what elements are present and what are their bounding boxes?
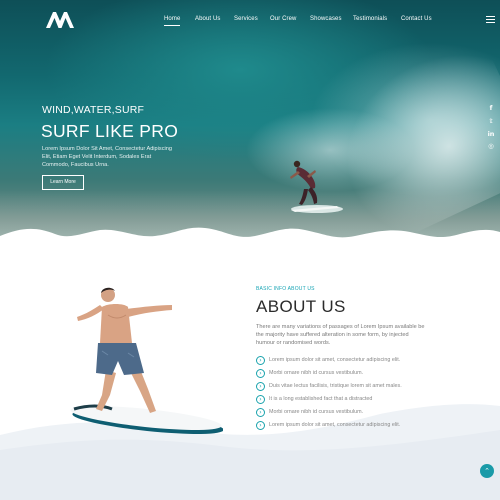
nav-our-crew[interactable]: Our Crew <box>270 16 296 22</box>
about-kicker: BASIC INFO ABOUT US <box>256 286 315 292</box>
chevron-right-icon: › <box>256 408 265 417</box>
list-item: › It is a long established fact that a d… <box>256 395 456 405</box>
wave-divider <box>0 227 500 252</box>
nav-contact-us[interactable]: Contact Us <box>401 16 432 22</box>
hamburger-line <box>486 22 495 23</box>
feature-text: It is a long established fact that a dis… <box>269 396 373 402</box>
feature-text: Duis vitae lectus facilisis, tristique l… <box>269 383 402 389</box>
list-item: › Morbi ornare nibh id cursus vestibulum… <box>256 369 456 379</box>
hero-description: Lorem Ipsum Dolor Sit Amet, Consectetur … <box>42 146 172 169</box>
hero-title: SURF LIKE PRO <box>41 121 179 141</box>
facebook-icon[interactable]: f <box>485 104 497 113</box>
hamburger-line <box>486 16 495 17</box>
back-to-top-button[interactable]: ⌃ <box>480 464 494 478</box>
about-title: ABOUT US <box>256 297 346 316</box>
nav-home[interactable]: Home <box>164 16 181 26</box>
linkedin-icon[interactable]: in <box>485 130 497 139</box>
list-item: › Lorem ipsum dolor sit amet, consectetu… <box>256 356 456 366</box>
feature-text: Morbi ornare nibh id cursus vestibulum. <box>269 409 364 415</box>
nav-testimonials[interactable]: Testimonials <box>353 16 387 22</box>
chevron-right-icon: › <box>256 395 265 404</box>
hero-kicker: WIND,WATER,SURF <box>42 104 145 116</box>
list-item: › Morbi ornare nibh id cursus vestibulum… <box>256 408 456 418</box>
surfer-image <box>290 160 343 213</box>
instagram-icon[interactable]: ◎ <box>485 142 497 151</box>
nav-services[interactable]: Services <box>234 16 258 22</box>
surfer-on-board-image <box>70 287 223 434</box>
twitter-icon[interactable]: 𝕥 <box>485 117 497 126</box>
hamburger-line <box>486 19 495 20</box>
about-text: There are many variations of passages of… <box>256 324 425 347</box>
chevron-right-icon: › <box>256 382 265 391</box>
list-item: › Duis vitae lectus facilisis, tristique… <box>256 382 456 392</box>
chevron-right-icon: › <box>256 356 265 365</box>
nav-showcases[interactable]: Showcases <box>310 16 342 22</box>
feature-text: Lorem ipsum dolor sit amet, consectetur … <box>269 422 401 428</box>
nav-about-us[interactable]: About Us <box>195 16 220 22</box>
feature-text: Morbi ornare nibh id cursus vestibulum. <box>269 370 364 376</box>
learn-more-button[interactable]: Learn More <box>42 175 84 190</box>
list-item: › Lorem ipsum dolor sit amet, consectetu… <box>256 421 456 431</box>
hamburger-menu-icon[interactable] <box>486 16 495 23</box>
main-nav: Home About Us Services Our Crew Showcase… <box>0 16 500 28</box>
feature-text: Lorem ipsum dolor sit amet, consectetur … <box>269 357 401 363</box>
chevron-right-icon: › <box>256 421 265 430</box>
chevron-right-icon: › <box>256 369 265 378</box>
chevron-up-icon: ⌃ <box>484 467 490 475</box>
